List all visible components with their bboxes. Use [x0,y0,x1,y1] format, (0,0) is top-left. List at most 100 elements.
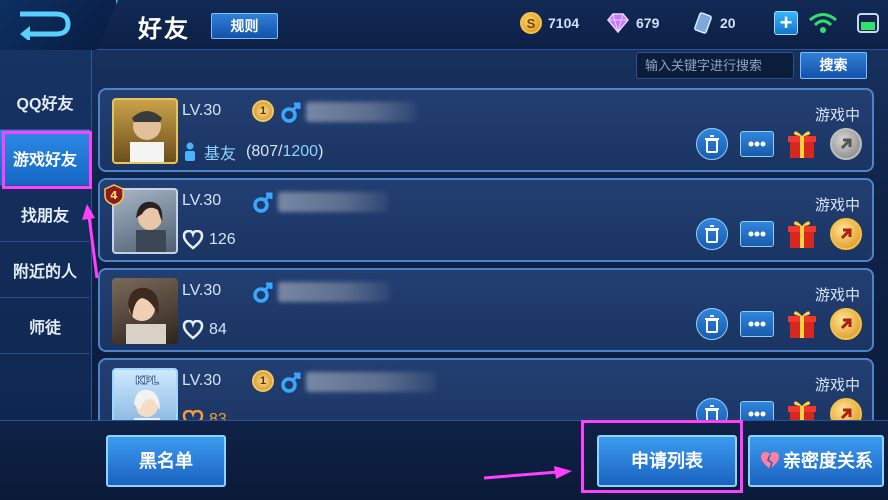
gift-icon [788,131,816,158]
friend-status: 游戏中 [814,197,860,214]
coin-gift-icon [840,228,852,240]
friend-row[interactable]: 4 LV.30 游戏中 126 [98,178,874,262]
friend-row[interactable]: LV.30 游戏中 84 [98,268,874,352]
heart-icon [182,410,204,420]
coin-balance: S 7104 [520,11,579,35]
send-coin-button[interactable] [830,218,862,250]
annotation-arrow-up [82,204,99,279]
heart-icon [182,320,204,340]
gift-icon [788,401,816,420]
friend-avatar[interactable] [112,98,178,164]
avatar-corner-number: 4 [110,189,118,202]
chat-button[interactable] [740,221,774,247]
trash-icon [705,135,719,153]
person-icon [185,142,195,161]
chat-icon [748,411,766,417]
friend-avatar[interactable]: KPL [112,368,178,420]
back-button[interactable] [0,0,118,50]
broken-heart-icon [761,452,779,470]
blacklist-button[interactable]: 黑名单 [106,435,226,487]
send-coin-button[interactable] [830,128,862,160]
friend-avatar[interactable] [112,278,178,344]
diamond-count: 679 [636,15,660,31]
heart-count-row: 83 [182,410,227,420]
heart-count: 83 [209,411,227,420]
friend-actions [684,308,862,340]
send-gift-button[interactable] [786,128,818,160]
avatar-kpl-label: KPL [135,374,159,387]
chat-button[interactable] [740,401,774,420]
friend-status: 游戏中 [814,287,860,304]
gold-coin-icon: S [520,12,542,34]
chat-icon [748,321,766,327]
category-sidebar: QQ好友 游戏好友 找朋友 附近的人 师徒 [0,50,92,420]
delete-friend-button[interactable] [696,398,728,420]
send-gift-button[interactable] [786,308,818,340]
friend-status: 游戏中 [814,107,860,124]
rank-shield-icon: 4 [104,184,124,206]
heart-icon [182,230,204,250]
intimacy-current: 1200 [282,143,319,160]
friends-screen: 好友 规则 S 7104 679 20 + QQ好友 游戏好友 找朋友 附近的人… [0,0,888,500]
friend-level: LV.30 [182,102,222,119]
chat-button[interactable] [740,131,774,157]
coin-count: 7104 [548,15,580,31]
gift-icon [788,221,816,248]
top-bar: 好友 规则 S 7104 679 20 + [0,0,888,50]
sidebar-item-mentorship[interactable]: 师徒 [0,298,90,354]
coin-gift-icon [840,408,852,420]
male-icon [253,192,273,213]
friend-row[interactable]: KPL LV.30 1 游戏中 83 [98,358,874,420]
friend-name-redacted [278,192,388,212]
heart-count: 84 [209,321,227,338]
heart-count-row: 84 [182,320,227,340]
diamond-icon [606,13,630,33]
gift-icon [788,311,816,338]
friend-name-redacted [306,372,436,392]
friend-name-redacted [306,102,416,122]
friend-row[interactable]: LV.30 1 游戏中 基友 (807/1200) [98,88,874,172]
annotation-highlight-box [2,131,92,189]
trash-icon [705,315,719,333]
search-button[interactable]: 搜索 [800,52,867,79]
heart-count-row: 126 [182,230,236,250]
friend-actions [684,128,862,160]
sidebar-item-qq-friends[interactable]: QQ好友 [0,74,90,130]
chat-button[interactable] [740,311,774,337]
search-input[interactable]: 输入关键字进行搜索 [636,52,794,79]
male-icon [253,282,273,303]
friend-level: LV.30 [182,192,222,209]
friend-name-redacted [278,282,390,302]
male-icon [281,372,301,393]
sidebar-item-nearby[interactable]: 附近的人 [0,242,90,298]
battery-icon [857,13,879,33]
annotation-highlight-box [581,420,743,493]
sidebar-item-find-friends[interactable]: 找朋友 [0,186,90,242]
send-coin-button[interactable] [830,308,862,340]
rank-badge: 1 [252,370,274,392]
heart-count: 126 [209,231,236,248]
friend-actions [684,398,862,420]
delete-friend-button[interactable] [696,308,728,340]
friend-actions [684,218,862,250]
add-currency-button[interactable]: + [774,11,798,35]
delete-friend-button[interactable] [696,128,728,160]
intimacy-relation-label: 亲密度关系 [783,451,873,471]
friend-level: LV.30 [182,282,222,299]
rules-button[interactable]: 规则 [211,13,278,39]
intimacy-relation-button[interactable]: 亲密度关系 [748,435,884,487]
relationship-label: 基友 [204,146,237,163]
coin-gift-icon [840,138,852,150]
back-arrow-icon [20,11,71,40]
male-icon [281,102,301,123]
send-gift-button[interactable] [786,398,818,420]
intimacy-close: ) [318,143,324,160]
send-coin-button[interactable] [830,398,862,420]
friend-level: LV.30 [182,372,222,389]
annotation-arrow-right [483,466,572,480]
ticket-count: 20 [720,15,736,31]
trash-icon [705,225,719,243]
delete-friend-button[interactable] [696,218,728,250]
wifi-icon [809,13,837,33]
send-gift-button[interactable] [786,218,818,250]
